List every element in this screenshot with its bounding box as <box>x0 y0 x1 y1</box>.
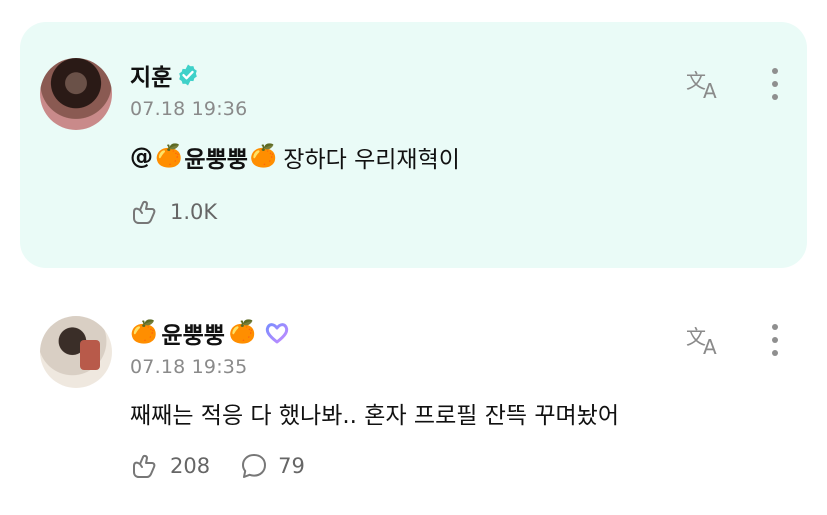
mention[interactable]: @ 🍊 윤뿡뿡 🍊 <box>130 140 277 174</box>
comment-card-highlighted: 지훈 07.18 19:36 @ 🍊 윤뿡뿡 🍊 장하다 우리재혁이 1.0K … <box>20 22 807 268</box>
comment-actions: 208 79 <box>130 452 305 480</box>
comment-text: 째째는 적응 다 했나봐.. 혼자 프로필 잔뜩 꾸며놨어 <box>130 396 619 430</box>
heart-membership-icon <box>266 323 289 344</box>
like-hand-icon <box>133 454 156 478</box>
verified-badge-icon <box>179 64 198 86</box>
orange-emoji-icon: 🍊 <box>130 320 158 345</box>
timestamp: 07.18 19:35 <box>130 356 248 378</box>
comment-meta: 지훈 07.18 19:36 <box>130 60 247 120</box>
more-vertical-icon <box>772 350 778 356</box>
avatar[interactable] <box>40 58 112 130</box>
like-button[interactable]: 208 <box>130 452 210 480</box>
reply-count: 79 <box>278 454 305 478</box>
translate-icon[interactable]: 文 A <box>685 66 725 102</box>
author-name[interactable]: 윤뿡뿡 <box>161 316 224 350</box>
like-hand-icon <box>133 200 156 224</box>
avatar[interactable] <box>40 316 112 388</box>
author-row: 지훈 <box>130 58 247 92</box>
more-vertical-icon <box>772 324 778 330</box>
comment-card: 🍊 윤뿡뿡 🍊 07.18 19:35 째째는 적응 다 했나봐.. 혼자 프로… <box>20 296 807 506</box>
timestamp: 07.18 19:36 <box>130 98 248 120</box>
like-count: 208 <box>170 454 211 478</box>
orange-emoji-icon: 🍊 <box>155 144 183 169</box>
orange-emoji-icon: 🍊 <box>249 144 278 169</box>
comment-body: 장하다 우리재혁이 <box>283 147 460 173</box>
orange-emoji-icon: 🍊 <box>228 320 257 345</box>
more-options-button[interactable] <box>769 322 781 358</box>
more-vertical-icon <box>772 337 778 343</box>
author-name[interactable]: 지훈 <box>130 58 172 92</box>
more-options-button[interactable] <box>769 66 781 102</box>
reply-button[interactable]: 79 <box>240 452 305 480</box>
author-row: 🍊 윤뿡뿡 🍊 <box>130 316 290 350</box>
more-vertical-icon <box>772 68 778 74</box>
mention-name: 윤뿡뿡 <box>184 147 248 173</box>
comment-meta: 🍊 윤뿡뿡 🍊 07.18 19:35 <box>130 318 290 378</box>
mention-prefix: @ <box>130 144 153 170</box>
more-vertical-icon <box>772 94 778 100</box>
comment-actions: 1.0K <box>130 198 217 226</box>
svg-text:A: A <box>703 79 717 102</box>
comment-text: @ 🍊 윤뿡뿡 🍊 장하다 우리재혁이 <box>130 140 460 174</box>
svg-text:A: A <box>703 335 717 358</box>
like-count: 1.0K <box>170 200 218 224</box>
like-button[interactable]: 1.0K <box>130 198 217 226</box>
comment-body: 째째는 적응 다 했나봐.. 혼자 프로필 잔뜩 꾸며놨어 <box>130 403 619 429</box>
translate-icon[interactable]: 文 A <box>685 322 725 358</box>
more-vertical-icon <box>772 81 778 87</box>
speech-bubble-icon <box>242 454 267 478</box>
